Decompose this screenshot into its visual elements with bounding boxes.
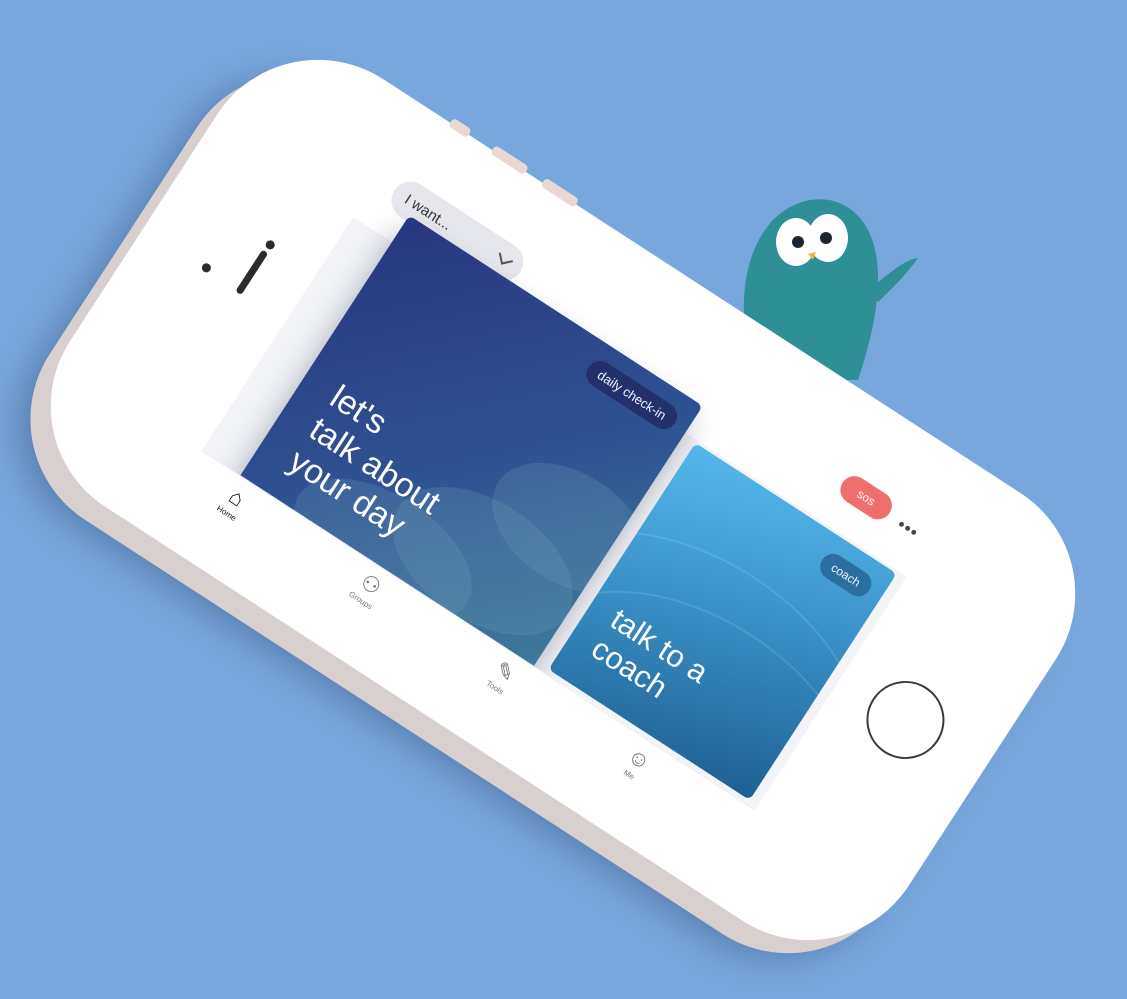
more-dots-icon[interactable]: ••• — [893, 514, 922, 543]
chevron-down-icon — [498, 250, 513, 265]
phone-device: I want... sos ••• daily check-in let's t… — [4, 13, 1122, 987]
earpiece-speaker — [235, 249, 269, 296]
mute-switch — [448, 117, 473, 139]
sos-button[interactable]: sos — [835, 470, 898, 525]
home-button[interactable] — [851, 666, 960, 774]
volume-up-button — [490, 144, 530, 176]
front-camera — [263, 238, 277, 252]
proximity-sensor — [200, 261, 213, 275]
scene: I want... sos ••• daily check-in let's t… — [0, 0, 1127, 999]
volume-down-button — [540, 177, 580, 208]
sos-label: sos — [854, 486, 878, 509]
coach-tag: coach — [815, 548, 877, 602]
